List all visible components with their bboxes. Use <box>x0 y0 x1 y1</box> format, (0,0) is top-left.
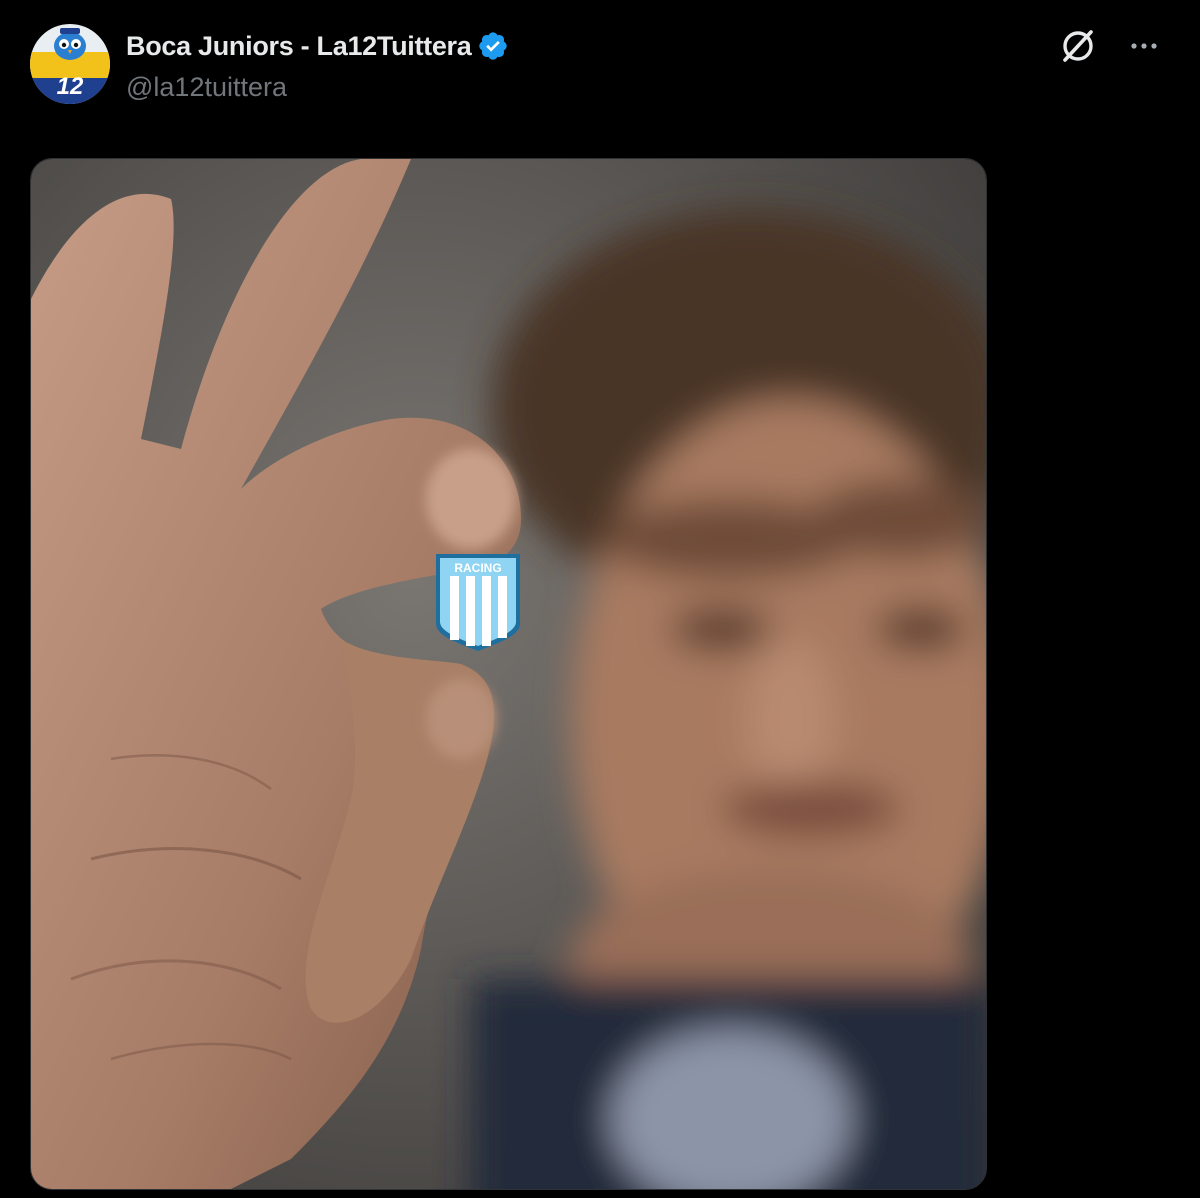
more-options-icon[interactable] <box>1124 26 1164 66</box>
display-name-row: Boca Juniors - La12Tuittera <box>126 28 509 64</box>
grok-icon[interactable] <box>1058 26 1098 66</box>
racing-badge-text: RACING <box>454 561 501 575</box>
verified-badge-icon[interactable] <box>477 30 509 62</box>
tweet-header: 12 Boca Juniors - La12Tuittera @la12tuit… <box>30 24 1170 108</box>
tweet-media-image[interactable]: RACING <box>30 158 987 1190</box>
handle[interactable]: @la12tuittera <box>126 72 509 103</box>
display-name[interactable]: Boca Juniors - La12Tuittera <box>126 31 472 62</box>
avatar-image: 12 <box>30 24 110 104</box>
author-names: Boca Juniors - La12Tuittera @la12tuitter… <box>126 28 509 103</box>
tweet: 12 Boca Juniors - La12Tuittera @la12tuit… <box>0 0 1200 1198</box>
meme-photo: RACING <box>31 159 986 1189</box>
avatar-number: 12 <box>57 73 84 100</box>
avatar[interactable]: 12 <box>30 24 110 104</box>
racing-badge-icon: RACING <box>436 554 520 651</box>
